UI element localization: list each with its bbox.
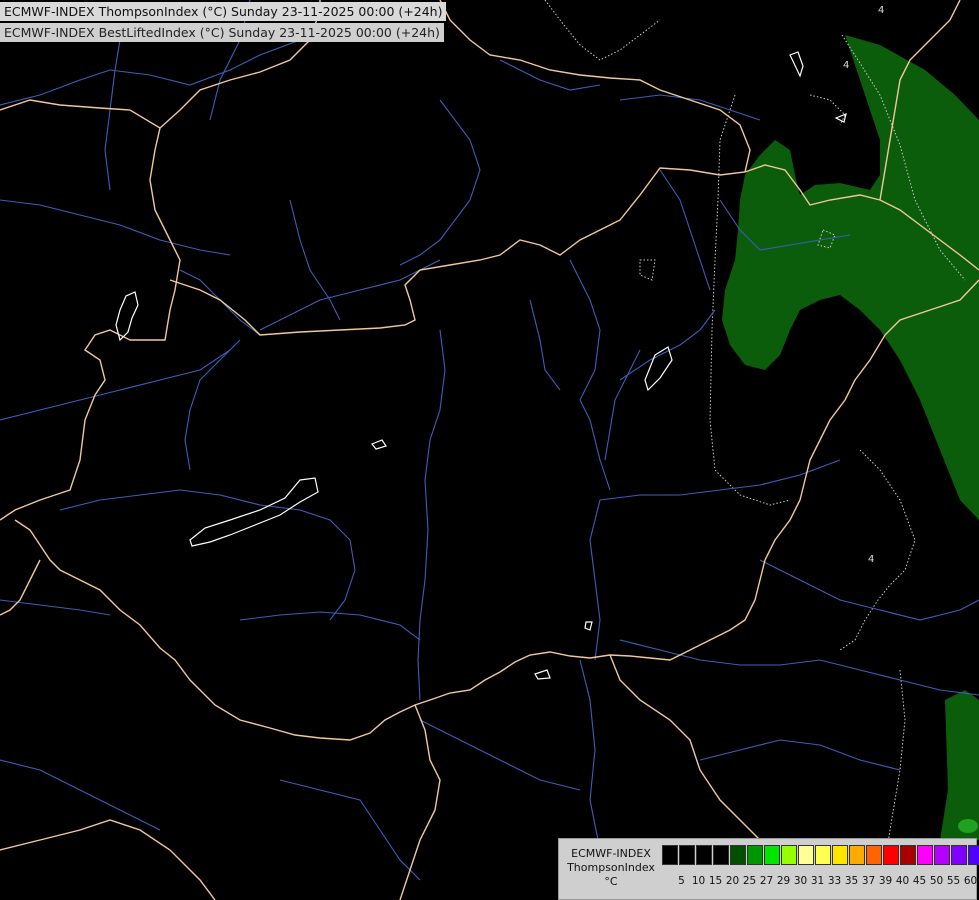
contour-label: 4	[878, 5, 884, 16]
legend-tick-label: 15	[708, 875, 723, 887]
legend-tick-label: 35	[844, 875, 859, 887]
legend-swatch	[781, 845, 797, 865]
legend-tick-label: 45	[912, 875, 927, 887]
legend-swatch	[679, 845, 695, 865]
legend-swatch	[764, 845, 780, 865]
legend-swatch	[951, 845, 967, 865]
legend-swatch	[934, 845, 950, 865]
legend-swatch	[849, 845, 865, 865]
legend-ticks: 5 10 15 20 25 27 29 30 31 33 35 37 39 40 45 50 55 60	[673, 875, 979, 887]
contour-label: 4	[868, 554, 874, 565]
legend-label-line: ThompsonIndex	[567, 861, 655, 874]
legend-swatch	[798, 845, 814, 865]
legend-tick-label: 20	[725, 875, 740, 887]
legend-tick-label: 39	[878, 875, 893, 887]
legend-swatch	[747, 845, 763, 865]
legend-swatch	[866, 845, 882, 865]
color-legend: ECMWF-INDEX ThompsonIndex °C 5 10 15 20 25 27…	[558, 838, 979, 900]
legend-tick-label: 40	[895, 875, 910, 887]
legend-label: ECMWF-INDEX ThompsonIndex °C	[561, 847, 661, 889]
legend-swatch	[883, 845, 899, 865]
legend-swatch	[832, 845, 848, 865]
contour-label: 4	[843, 60, 849, 71]
legend-swatch	[696, 845, 712, 865]
map-title-secondary: ECMWF-INDEX BestLiftedIndex (°C) Sunday …	[0, 23, 444, 42]
map-title-primary: ECMWF-INDEX ThompsonIndex (°C) Sunday 23…	[0, 2, 447, 21]
weather-map: 4 4 4	[0, 0, 979, 900]
legend-tick-label: 37	[861, 875, 876, 887]
map-background	[0, 0, 979, 900]
legend-swatch	[730, 845, 746, 865]
legend-tick-label: 25	[742, 875, 757, 887]
legend-tick-label: 55	[946, 875, 961, 887]
legend-swatch	[662, 845, 678, 865]
legend-tick-label: 33	[827, 875, 842, 887]
legend-label-line: ECMWF-INDEX	[571, 847, 651, 860]
legend-tick-label: 50	[929, 875, 944, 887]
legend-tick-label: 10	[691, 875, 706, 887]
legend-swatch	[968, 845, 979, 865]
legend-swatch	[815, 845, 831, 865]
legend-label-line: °C	[604, 875, 618, 888]
legend-tick-label: 27	[759, 875, 774, 887]
legend-tick-label: 29	[776, 875, 791, 887]
legend-tick-label: 5	[678, 875, 685, 887]
legend-swatch	[917, 845, 933, 865]
legend-tick-label: 30	[793, 875, 808, 887]
legend-swatch	[713, 845, 729, 865]
legend-swatch	[900, 845, 916, 865]
legend-tick-label: 31	[810, 875, 825, 887]
legend-tick-label: 60	[963, 875, 978, 887]
legend-swatches	[662, 845, 979, 865]
